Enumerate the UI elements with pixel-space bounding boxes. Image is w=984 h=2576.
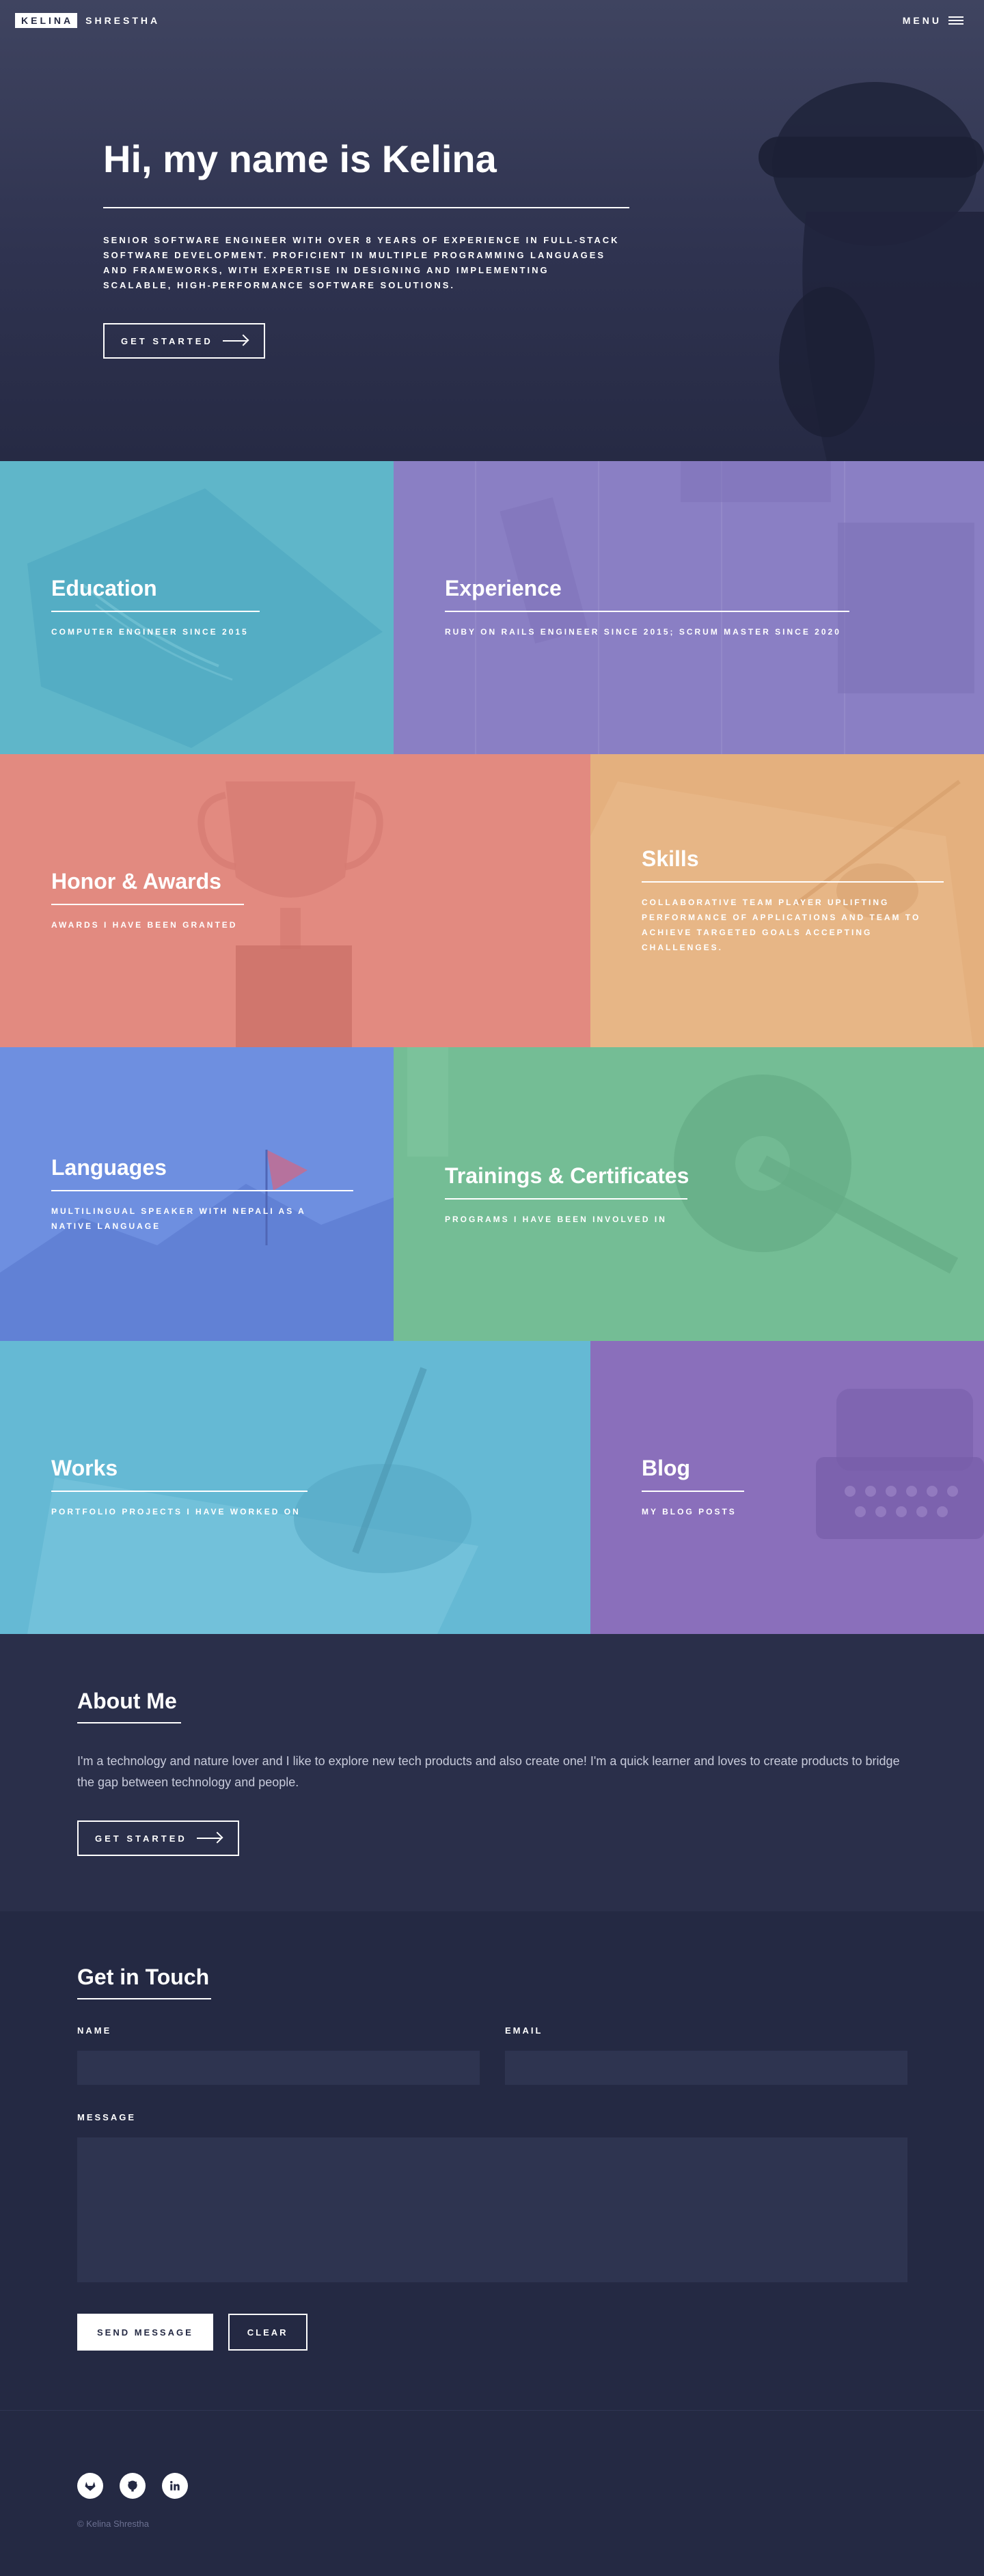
arrow-right-icon bbox=[196, 1838, 221, 1839]
skills-description: COLLABORATIVE TEAM PLAYER UPLIFTING PERF… bbox=[642, 898, 921, 952]
email-label: EMAIL bbox=[505, 2025, 543, 2036]
email-field[interactable] bbox=[505, 2051, 907, 2085]
languages-divider bbox=[51, 1190, 353, 1191]
experience-title: Experience bbox=[445, 576, 562, 600]
education-content: Education COMPUTER ENGINEER SINCE 2015 bbox=[51, 576, 260, 639]
about-title: About Me bbox=[77, 1689, 177, 1713]
send-message-button[interactable]: SEND MESSAGE bbox=[77, 2314, 213, 2351]
contact-divider bbox=[77, 1998, 211, 1999]
name-label: NAME bbox=[77, 2025, 112, 2036]
about-section: About Me I'm a technology and nature lov… bbox=[0, 1634, 984, 1911]
experience-divider bbox=[445, 611, 849, 612]
github-icon[interactable] bbox=[120, 2473, 146, 2499]
trainings-title: Trainings & Certificates bbox=[445, 1163, 689, 1188]
education-title: Education bbox=[51, 576, 157, 600]
skills-content: Skills COLLABORATIVE TEAM PLAYER UPLIFTI… bbox=[642, 846, 944, 955]
tile-honor-awards[interactable]: Honor & Awards AWARDS I HAVE BEEN GRANTE… bbox=[0, 754, 590, 1047]
works-content: Works PORTFOLIO PROJECTS I HAVE WORKED O… bbox=[51, 1456, 308, 1519]
logo-last-name: SHRESTHA bbox=[85, 15, 161, 26]
trainings-description: PROGRAMS I HAVE BEEN INVOLVED IN bbox=[445, 1215, 667, 1224]
tile-blog[interactable]: Blog MY BLOG POSTS bbox=[590, 1341, 984, 1634]
menu-label: MENU bbox=[902, 15, 942, 26]
skills-divider bbox=[642, 881, 944, 883]
about-get-started-label: GET STARTED bbox=[95, 1833, 187, 1844]
hero-content: Hi, my name is Kelina SENIOR SOFTWARE EN… bbox=[103, 137, 629, 359]
tile-works[interactable]: Works PORTFOLIO PROJECTS I HAVE WORKED O… bbox=[0, 1341, 590, 1634]
hamburger-icon bbox=[948, 16, 964, 25]
about-divider bbox=[77, 1722, 181, 1723]
name-field[interactable] bbox=[77, 2051, 480, 2085]
hero-description: SENIOR SOFTWARE ENGINEER WITH OVER 8 YEA… bbox=[103, 235, 620, 290]
skills-title: Skills bbox=[642, 846, 699, 871]
hero-title: Hi, my name is Kelina bbox=[103, 137, 497, 180]
message-field[interactable] bbox=[77, 2137, 907, 2282]
experience-content: Experience RUBY ON RAILS ENGINEER SINCE … bbox=[445, 576, 849, 639]
contact-content: Get in Touch NAME EMAIL MESSAGE SEND MES… bbox=[77, 1965, 907, 2351]
tile-languages[interactable]: Languages MULTILINGUAL SPEAKER WITH NEPA… bbox=[0, 1047, 394, 1341]
hero-portrait-image bbox=[758, 82, 984, 461]
honor-awards-description: AWARDS I HAVE BEEN GRANTED bbox=[51, 920, 238, 930]
logo-first-name: KELINA bbox=[15, 13, 78, 28]
contact-section: Get in Touch NAME EMAIL MESSAGE SEND MES… bbox=[0, 1911, 984, 2410]
honor-awards-title: Honor & Awards bbox=[51, 869, 221, 894]
linkedin-icon[interactable] bbox=[162, 2473, 188, 2499]
gitlab-icon[interactable] bbox=[77, 2473, 103, 2499]
works-divider bbox=[51, 1491, 308, 1492]
hero-get-started-button[interactable]: GET STARTED bbox=[103, 323, 265, 359]
education-description: COMPUTER ENGINEER SINCE 2015 bbox=[51, 627, 249, 637]
tile-experience[interactable]: Experience RUBY ON RAILS ENGINEER SINCE … bbox=[394, 461, 984, 754]
tile-trainings-certificates[interactable]: Trainings & Certificates PROGRAMS I HAVE… bbox=[394, 1047, 984, 1341]
experience-description: RUBY ON RAILS ENGINEER SINCE 2015; SCRUM… bbox=[445, 627, 841, 637]
hero-divider bbox=[103, 207, 629, 208]
tile-education[interactable]: Education COMPUTER ENGINEER SINCE 2015 bbox=[0, 461, 394, 754]
about-text: I'm a technology and nature lover and I … bbox=[77, 1754, 900, 1789]
site-logo[interactable]: KELINA SHRESTHA bbox=[15, 13, 160, 28]
blog-description: MY BLOG POSTS bbox=[642, 1507, 737, 1516]
works-description: PORTFOLIO PROJECTS I HAVE WORKED ON bbox=[51, 1507, 301, 1516]
menu-button[interactable]: MENU bbox=[903, 15, 964, 26]
hero-get-started-label: GET STARTED bbox=[121, 335, 213, 346]
contact-title: Get in Touch bbox=[77, 1965, 210, 1989]
about-get-started-button[interactable]: GET STARTED bbox=[77, 1820, 239, 1856]
languages-title: Languages bbox=[51, 1155, 167, 1180]
trainings-content: Trainings & Certificates PROGRAMS I HAVE… bbox=[445, 1163, 689, 1227]
works-title: Works bbox=[51, 1456, 118, 1480]
blog-content: Blog MY BLOG POSTS bbox=[642, 1456, 744, 1519]
blog-divider bbox=[642, 1491, 744, 1492]
about-content: About Me I'm a technology and nature lov… bbox=[77, 1689, 907, 1856]
site-footer: © Kelina Shrestha bbox=[0, 2410, 984, 2576]
arrow-right-icon bbox=[222, 340, 247, 342]
blog-title: Blog bbox=[642, 1456, 691, 1480]
copyright-text: © Kelina Shrestha bbox=[77, 2519, 149, 2529]
hero-section: Hi, my name is Kelina SENIOR SOFTWARE EN… bbox=[0, 0, 984, 461]
honor-awards-content: Honor & Awards AWARDS I HAVE BEEN GRANTE… bbox=[51, 869, 244, 932]
languages-description: MULTILINGUAL SPEAKER WITH NEPALI AS A NA… bbox=[51, 1206, 306, 1231]
social-links bbox=[77, 2473, 188, 2499]
trainings-divider bbox=[445, 1198, 687, 1200]
contact-name-email-row: NAME EMAIL bbox=[77, 2025, 907, 2085]
clear-button[interactable]: CLEAR bbox=[228, 2314, 308, 2351]
tile-skills[interactable]: Skills COLLABORATIVE TEAM PLAYER UPLIFTI… bbox=[590, 754, 984, 1047]
contact-actions: SEND MESSAGE CLEAR bbox=[77, 2314, 907, 2351]
education-divider bbox=[51, 611, 260, 612]
languages-content: Languages MULTILINGUAL SPEAKER WITH NEPA… bbox=[51, 1155, 353, 1234]
message-label: MESSAGE bbox=[77, 2112, 137, 2122]
honor-awards-divider bbox=[51, 904, 244, 905]
site-header: KELINA SHRESTHA MENU bbox=[0, 0, 984, 41]
